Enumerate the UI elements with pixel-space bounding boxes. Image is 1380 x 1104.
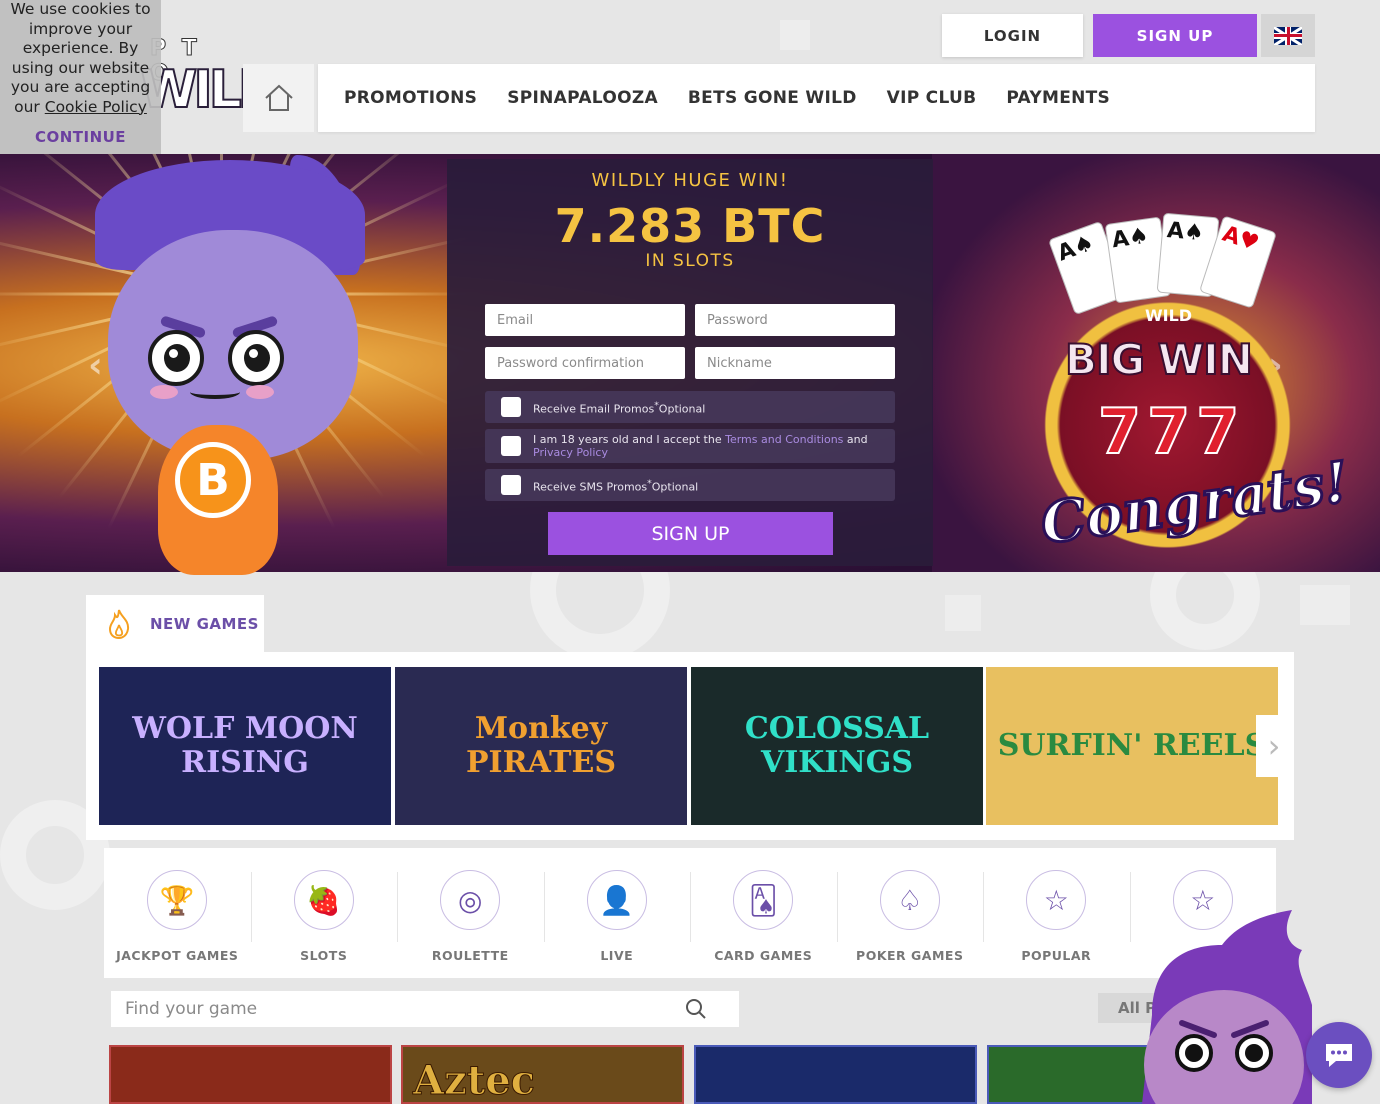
home-icon xyxy=(264,84,293,111)
main-nav: PROMOTIONS SPINAPALOOZA BETS GONE WILD V… xyxy=(318,64,1315,132)
email-promos-checkbox[interactable] xyxy=(501,397,521,417)
sms-promos-label: Receive SMS Promos*Optional xyxy=(533,477,699,494)
peeking-mascot-illustration xyxy=(1142,910,1312,1104)
category-card-games[interactable]: 🂡 CARD GAMES xyxy=(690,848,837,978)
category-label: ROULETTE xyxy=(431,948,509,963)
game-search xyxy=(111,991,739,1027)
category-jackpot-games[interactable]: 🏆 JACKPOT GAMES xyxy=(104,848,251,978)
category-label: LIVE xyxy=(600,948,634,963)
category-label: CARD GAMES xyxy=(714,948,813,963)
password-field[interactable] xyxy=(695,304,895,336)
nav-vip-club[interactable]: VIP CLUB xyxy=(887,88,977,108)
terms-link[interactable]: Terms and Conditions xyxy=(725,433,843,446)
sevens-text: 777 xyxy=(1097,394,1246,469)
privacy-link[interactable]: Privacy Policy xyxy=(533,446,608,459)
category-label: POKER GAMES xyxy=(856,948,964,963)
bigwin-logo: WILD xyxy=(1145,306,1193,325)
category-live[interactable]: 👤 LIVE xyxy=(543,848,691,978)
language-selector[interactable] xyxy=(1261,14,1315,57)
poker-icon: ♤ xyxy=(879,870,940,930)
category-bar: 🏆 JACKPOT GAMES 🍓 SLOTS ◎ ROULETTE 👤 LIV… xyxy=(104,848,1276,978)
category-poker-games[interactable]: ♤ POKER GAMES xyxy=(836,848,984,978)
new-games-strip: WOLF MOON RISING Monkey PIRATES COLOSSAL… xyxy=(86,652,1294,840)
new-games-label: NEW GAMES xyxy=(150,615,259,633)
tab-new-games[interactable]: NEW GAMES xyxy=(86,595,264,653)
bigwin-text: BIG WIN xyxy=(1064,334,1254,385)
form-signup-button[interactable]: SIGN UP xyxy=(548,512,833,555)
search-icon[interactable] xyxy=(685,998,707,1020)
cookie-text: We use cookies to improve your experienc… xyxy=(0,0,161,117)
game-tile[interactable] xyxy=(109,1045,392,1104)
nav-payments[interactable]: PAYMENTS xyxy=(1006,88,1110,108)
game-tile[interactable]: COLOSSAL VIKINGS xyxy=(691,667,983,825)
email-promos-label: Receive Email Promos*Optional xyxy=(533,399,706,416)
chat-button[interactable] xyxy=(1306,1022,1372,1088)
cookie-banner: We use cookies to improve your experienc… xyxy=(0,0,161,154)
nav-spinapalooza[interactable]: SPINAPALOOZA xyxy=(507,88,658,108)
nav-promotions[interactable]: PROMOTIONS xyxy=(344,88,477,108)
game-tile-title: COLOSSAL VIKINGS xyxy=(744,711,930,780)
trophy-icon: 🏆 xyxy=(147,870,208,930)
cookie-policy-link[interactable]: Cookie Policy xyxy=(45,98,147,116)
game-tile[interactable]: Monkey PIRATES xyxy=(395,667,687,825)
nav-bets-gone-wild[interactable]: BETS GONE WILD xyxy=(688,88,857,108)
win-amount: 7.283 BTC xyxy=(554,199,826,253)
home-button[interactable] xyxy=(243,64,314,132)
game-tile[interactable]: Aztec xyxy=(401,1045,684,1104)
game-tile[interactable]: SURFIN' REELS xyxy=(986,667,1278,825)
game-tile[interactable]: WOLF MOON RISING xyxy=(99,667,391,825)
game-tile-title: WOLF MOON RISING xyxy=(132,711,358,780)
nickname-field[interactable] xyxy=(695,347,895,379)
email-field[interactable] xyxy=(485,304,685,336)
category-roulette[interactable]: ◎ ROULETTE xyxy=(397,848,544,978)
sms-promos-checkbox[interactable] xyxy=(501,475,521,495)
cookie-continue-button[interactable]: CONTINUE xyxy=(0,128,161,146)
game-tile-title: SURFIN' REELS xyxy=(997,728,1267,763)
star-icon: ☆ xyxy=(1026,870,1087,930)
search-input[interactable] xyxy=(125,999,685,1019)
uk-flag-icon xyxy=(1274,26,1302,45)
email-promos-row: Receive Email Promos*Optional xyxy=(485,391,895,423)
fruit-icon: 🍓 xyxy=(293,870,354,930)
win-title: WILDLY HUGE WIN! xyxy=(591,170,789,191)
dealer-icon: 👤 xyxy=(586,870,647,930)
bitcoin-icon: B xyxy=(175,442,251,518)
category-popular[interactable]: ☆ POPULAR xyxy=(983,848,1130,978)
game-tile-title: Aztec xyxy=(412,1057,536,1104)
password-confirm-field[interactable] xyxy=(485,347,685,379)
signup-button[interactable]: SIGN UP xyxy=(1093,14,1257,57)
category-label: JACKPOT GAMES xyxy=(116,948,239,963)
cards-icon: 🂡 xyxy=(733,870,794,930)
login-button[interactable]: LOGIN xyxy=(942,14,1083,57)
game-tile[interactable] xyxy=(694,1045,977,1104)
category-label: SLOTS xyxy=(300,948,348,963)
age-terms-label: I am 18 years old and I accept the Terms… xyxy=(533,433,868,459)
game-tile-title: Monkey PIRATES xyxy=(465,711,616,780)
roulette-icon: ◎ xyxy=(440,870,501,930)
category-slots[interactable]: 🍓 SLOTS xyxy=(250,848,398,978)
flame-icon xyxy=(108,609,130,640)
win-subtitle: IN SLOTS xyxy=(645,251,735,271)
new-games-next-arrow[interactable]: › xyxy=(1256,715,1292,777)
sms-promos-row: Receive SMS Promos*Optional xyxy=(485,469,895,501)
hero-prev-arrow[interactable]: ‹ xyxy=(88,345,103,386)
chat-bubble-icon xyxy=(1326,1044,1352,1067)
age-terms-checkbox[interactable] xyxy=(501,436,521,456)
age-terms-row: I am 18 years old and I accept the Terms… xyxy=(485,429,895,463)
category-label: POPULAR xyxy=(1021,948,1092,963)
signup-form-panel: WILDLY HUGE WIN! 7.283 BTC IN SLOTS Rece… xyxy=(447,159,933,566)
